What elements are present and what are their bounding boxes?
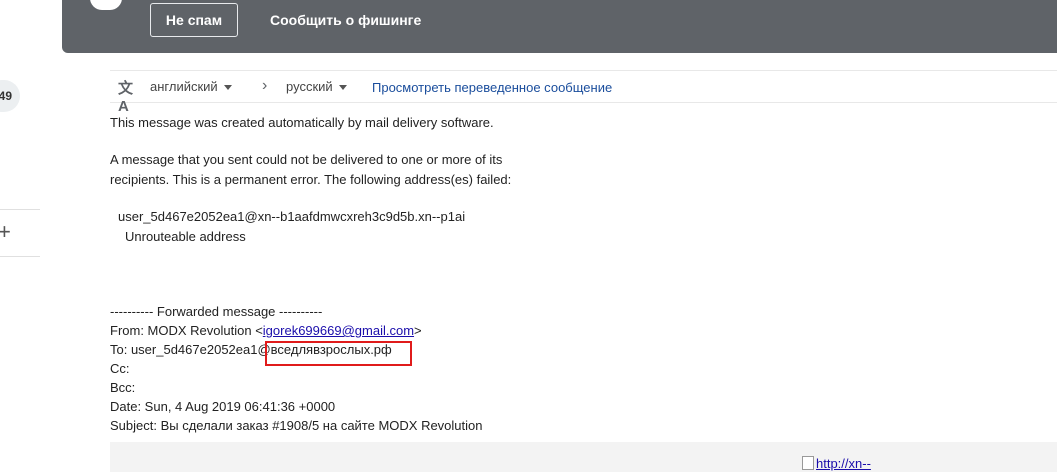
highlight-annotation [265, 341, 412, 366]
add-label-icon[interactable]: + [0, 220, 18, 244]
source-language-select[interactable]: английский [150, 79, 232, 94]
from-line: From: MODX Revolution <igorek699669@gmai… [110, 323, 422, 338]
body-line: recipients. This is a permanent error. T… [110, 172, 512, 187]
chevron-right-icon: › [262, 77, 268, 94]
report-phishing-button[interactable]: Сообщить о фишинге [270, 3, 421, 37]
bcc-line: Bcc: [110, 380, 136, 395]
translate-bar: 文A английский › русский Просмотреть пере… [110, 70, 1057, 115]
target-language-select[interactable]: русский [286, 79, 347, 94]
chevron-down-icon [338, 85, 347, 91]
spam-warning-bar: Не спам Сообщить о фишинге [62, 0, 1057, 53]
from-prefix: From: MODX Revolution < [110, 323, 263, 338]
broken-image-link[interactable]: http://xn-- [802, 456, 871, 471]
quoted-content-area [110, 442, 1057, 472]
body-line: A message that you sent could not be del… [110, 152, 503, 167]
to-prefix: To: user_5d467e2052ea1@ [110, 342, 271, 357]
forwarded-header: ---------- Forwarded message ---------- [110, 304, 323, 319]
failed-address: user_5d467e2052ea1@xn--b1aafdmwcxreh3c9d… [118, 209, 466, 224]
not-spam-button[interactable]: Не спам [150, 3, 238, 37]
left-rail: 49 + [0, 0, 40, 472]
unread-count-badge[interactable]: 49 [0, 80, 20, 112]
from-email-link[interactable]: igorek699669@gmail.com [263, 323, 414, 338]
source-language-label: английский [150, 79, 218, 94]
cc-line: Cc: [110, 361, 130, 376]
date-line: Date: Sun, 4 Aug 2019 06:41:36 +0000 [110, 399, 336, 414]
failed-reason: Unrouteable address [125, 229, 246, 244]
body-line: This message was created automatically b… [110, 115, 494, 130]
translate-icon: 文A [118, 80, 134, 115]
warning-icon [90, 0, 122, 10]
rail-divider [0, 209, 40, 210]
rail-divider [0, 256, 40, 257]
view-translated-link[interactable]: Просмотреть переведенное сообщение [372, 80, 612, 95]
subject-line: Subject: Вы сделали заказ #1908/5 на сай… [110, 418, 483, 433]
target-language-label: русский [286, 79, 333, 94]
from-suffix: > [414, 323, 422, 338]
chevron-down-icon [223, 85, 232, 91]
